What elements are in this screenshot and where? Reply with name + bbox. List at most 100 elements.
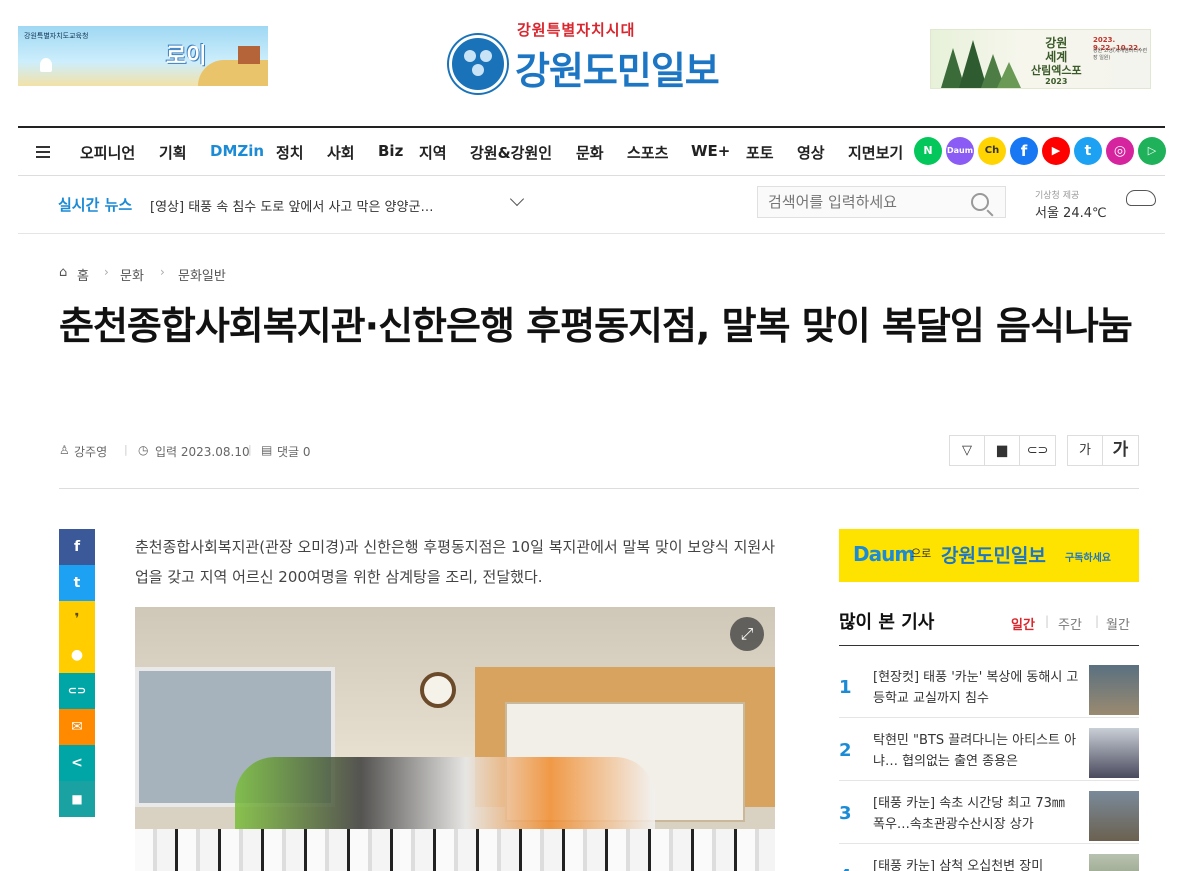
- popular-thumbnail: [1089, 854, 1139, 871]
- popular-thumbnail: [1089, 791, 1139, 841]
- site-logo[interactable]: 강원특별자치시대 강원도민일보: [449, 18, 749, 93]
- bookmark-icon[interactable]: ■: [59, 781, 95, 817]
- tab-weekly[interactable]: 주간: [1058, 614, 1082, 633]
- popular-rank: 4: [839, 866, 852, 871]
- daum-cta: 으로: [911, 547, 932, 560]
- share-link-icon[interactable]: ⊂⊃: [59, 673, 95, 709]
- house-illustration: [238, 46, 260, 64]
- nav-culture[interactable]: 문화: [576, 142, 604, 163]
- kakao-channel-icon[interactable]: Ch: [978, 137, 1006, 165]
- popular-thumbnail: [1089, 728, 1139, 778]
- popular-rank: 1: [839, 677, 852, 698]
- comment-count[interactable]: 댓글 0: [277, 443, 311, 460]
- popular-thumbnail: [1089, 665, 1139, 715]
- popular-item[interactable]: 2 탁현민 "BTS 끌려다니는 아티스트 아냐… 협의없는 출연 종용은: [839, 718, 1139, 781]
- popular-title: [태풍 카눈] 속초 시간당 최고 73㎜ 폭우…속초관광수산시장 상가: [873, 796, 1065, 832]
- author-icon: ♙: [59, 443, 70, 457]
- popular-rank: 2: [839, 740, 852, 761]
- group-photo-people: [235, 757, 655, 837]
- print-icon[interactable]: ▆: [985, 436, 1020, 465]
- link-icon[interactable]: ⊂⊃: [1020, 436, 1055, 465]
- article-tools: ▽ ▆ ⊂⊃: [949, 435, 1056, 466]
- food-bags-illustration: [135, 829, 775, 871]
- divider: [59, 488, 1139, 489]
- daum-icon[interactable]: Daum: [946, 137, 974, 165]
- logo-tagline: 강원특별자치시대: [517, 21, 636, 39]
- popular-heading: 많이 본 기사: [839, 612, 935, 633]
- divider: [839, 645, 1139, 646]
- right-banner-ad[interactable]: 강원 세계 산림엑스포 2023 2023. 9.22.-10.22. 강원 고…: [930, 29, 1151, 89]
- youtube-icon[interactable]: ▶: [1042, 137, 1070, 165]
- tab-monthly[interactable]: 월간: [1106, 614, 1130, 633]
- article-photo[interactable]: ⤢: [135, 607, 775, 871]
- breadcrumb-culture-general[interactable]: 문화일반: [178, 265, 226, 284]
- left-banner-ad[interactable]: 강원특별자치도교육청 로이: [18, 26, 268, 86]
- nav-dmzin[interactable]: DMZin: [210, 142, 264, 160]
- article-lead: 춘천종합사회복지관(관장 오미경)과 신한은행 후평동지점은 10일 복지관에서…: [135, 538, 775, 586]
- nav-photo[interactable]: 포토: [746, 142, 774, 163]
- nav-we-plus[interactable]: WE+: [691, 142, 730, 160]
- home-icon[interactable]: ⌂: [59, 265, 67, 280]
- article-author: 강주영: [74, 445, 108, 459]
- chevron-down-icon[interactable]: [509, 191, 525, 207]
- daum-subscribe-banner[interactable]: Daum 으로 강원도민일보 구독하세요: [839, 529, 1139, 582]
- expo-title: 강원 세계 산림엑스포 2023: [1031, 36, 1082, 86]
- twitter-icon[interactable]: t: [1074, 137, 1102, 165]
- hamburger-menu-icon[interactable]: [36, 146, 50, 161]
- naver-icon[interactable]: N: [914, 137, 942, 165]
- daum-subscribe-text: 구독하세요: [1065, 553, 1111, 564]
- popular-item[interactable]: 4 [태풍 카눈] 삼척 오십천변 장미: [839, 844, 1139, 871]
- nav-planning[interactable]: 기획: [159, 142, 187, 163]
- breadcrumb-home[interactable]: 홈: [77, 265, 89, 284]
- popular-title: [현장컷] 태풍 '카눈' 복상에 동해시 고등학교 교실까지 침수: [873, 670, 1079, 706]
- nav-politics[interactable]: 정치: [276, 142, 304, 163]
- nav-opinion[interactable]: 오피니언: [80, 142, 135, 163]
- nav-video[interactable]: 영상: [797, 142, 825, 163]
- expand-icon[interactable]: ⤢: [730, 617, 764, 651]
- popular-item[interactable]: 3 [태풍 카눈] 속초 시간당 최고 73㎜ 폭우…속초관광수산시장 상가: [839, 781, 1139, 844]
- share-more-icon[interactable]: <: [59, 745, 95, 781]
- facebook-icon[interactable]: f: [1010, 137, 1038, 165]
- share-twitter-icon[interactable]: t: [59, 565, 95, 601]
- news-ticker[interactable]: [영상] 태풍 속 침수 도로 앞에서 사고 막은 양양군…: [150, 196, 433, 215]
- daum-paper-name: 강원도민일보: [941, 545, 1046, 567]
- nav-sports[interactable]: 스포츠: [627, 142, 668, 163]
- share-kakaostory-icon[interactable]: ❜: [59, 601, 95, 637]
- nav-gangwon-people[interactable]: 강원&강원인: [470, 142, 552, 163]
- nav-society[interactable]: 사회: [327, 142, 355, 163]
- instagram-icon[interactable]: ◎: [1106, 137, 1134, 165]
- popular-rank: 3: [839, 803, 852, 824]
- filter-icon[interactable]: ▽: [950, 436, 985, 465]
- popular-title: [태풍 카눈] 삼척 오십천변 장미: [873, 859, 1044, 871]
- share-kakaotalk-icon[interactable]: ●: [59, 637, 95, 673]
- banner-org: 강원특별자치도교육청: [24, 32, 89, 40]
- main-nav: 오피니언 기획 DMZin 정치 사회 Biz 지역 강원&강원인 문화 스포츠…: [18, 126, 1166, 176]
- popular-item[interactable]: 1 [현장컷] 태풍 '카눈' 복상에 동해시 고등학교 교실까지 침수: [839, 655, 1139, 718]
- wall-clock-illustration: [420, 672, 456, 708]
- banner-title: 로이: [166, 44, 207, 69]
- logo-emblem-icon: [449, 35, 507, 93]
- font-larger-button[interactable]: 가: [1103, 436, 1138, 465]
- nav-print-edition[interactable]: 지면보기: [848, 142, 903, 163]
- nav-biz[interactable]: Biz: [378, 142, 403, 160]
- font-size-tools: 가 가: [1067, 435, 1139, 466]
- search-icon[interactable]: [971, 193, 989, 211]
- search-input[interactable]: [758, 187, 958, 217]
- playstore-icon[interactable]: ▷: [1138, 137, 1166, 165]
- surfer-illustration: [40, 58, 52, 72]
- comment-icon: ▤: [261, 443, 273, 457]
- font-smaller-button[interactable]: 가: [1068, 436, 1103, 465]
- logo-name: 강원도민일보: [515, 49, 720, 93]
- share-email-icon[interactable]: ✉: [59, 709, 95, 745]
- breadcrumb-culture[interactable]: 문화: [120, 265, 144, 284]
- weather-temp: 서울 24.4℃: [1035, 206, 1107, 221]
- forest-illustration: [941, 40, 1021, 88]
- live-news-label: 실시간 뉴스: [58, 196, 133, 214]
- nav-region[interactable]: 지역: [419, 142, 447, 163]
- tab-daily[interactable]: 일간: [1011, 614, 1035, 633]
- article-title: 춘천종합사회복지관·신한은행 후평동지점, 말복 맞이 복달임 음식나눔: [59, 304, 1133, 348]
- share-facebook-icon[interactable]: f: [59, 529, 95, 565]
- breadcrumb-separator-icon: ›: [104, 265, 109, 279]
- daum-logo: Daum: [853, 542, 915, 566]
- popular-title: 탁현민 "BTS 끌려다니는 아티스트 아냐… 협의없는 출연 종용은: [873, 733, 1077, 769]
